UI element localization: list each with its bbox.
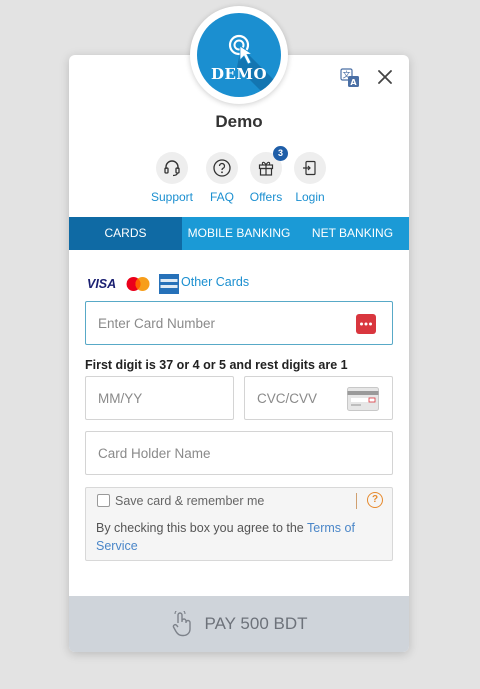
support-link[interactable]: Support — [144, 152, 200, 204]
help-icon[interactable]: ? — [367, 492, 383, 508]
pay-label: PAY 500 BDT — [204, 614, 308, 633]
payment-card: 文 A Demo Support FAQ 3 Offers Login CARD… — [69, 55, 409, 652]
cvc-field[interactable] — [244, 376, 393, 420]
terms-text: By checking this box you agree to the Te… — [96, 519, 386, 555]
save-card-label[interactable]: Save card & remember me — [115, 494, 264, 508]
save-card-box: Save card & remember me ? By checking th… — [85, 487, 393, 561]
merchant-logo: DEMO — [190, 6, 288, 104]
save-card-checkbox[interactable] — [97, 494, 110, 507]
divider — [356, 493, 357, 509]
tab-cards[interactable]: CARDS — [69, 217, 182, 250]
tab-mobile-banking[interactable]: MOBILE BANKING — [182, 217, 296, 250]
merchant-name: Demo — [215, 112, 263, 131]
card-number-input[interactable] — [86, 302, 392, 344]
tab-net-banking[interactable]: NET BANKING — [296, 217, 409, 250]
cvc-card-icon — [347, 387, 379, 411]
expiry-field[interactable] — [85, 376, 234, 420]
amex-logo — [159, 274, 179, 294]
login-icon — [303, 160, 316, 176]
svg-text:A: A — [350, 78, 357, 87]
logo-text: DEMO — [210, 65, 268, 83]
card-number-hint: First digit is 37 or 4 or 5 and rest dig… — [85, 358, 348, 372]
login-link[interactable]: Login — [282, 152, 338, 204]
question-icon — [213, 159, 231, 177]
mastercard-logo — [126, 277, 150, 291]
translate-icon[interactable]: 文 A — [339, 67, 361, 89]
logo-badge: DEMO — [197, 13, 281, 97]
visa-logo: VISA — [87, 277, 117, 291]
support-label: Support — [150, 190, 194, 204]
login-label: Login — [295, 190, 325, 204]
card-holder-field[interactable] — [85, 431, 393, 475]
card-brands: VISA — [87, 274, 179, 294]
card-holder-input[interactable] — [86, 432, 392, 474]
other-cards-link[interactable]: Other Cards — [181, 275, 249, 289]
expiry-input[interactable] — [86, 377, 233, 419]
hand-pointer-icon — [172, 611, 191, 637]
gift-icon — [258, 161, 274, 176]
card-dots-icon — [356, 314, 376, 334]
close-button[interactable] — [375, 67, 395, 87]
headset-icon — [164, 160, 180, 177]
card-number-field[interactable] — [85, 301, 393, 345]
pay-button[interactable]: PAY 500 BDT — [69, 596, 409, 652]
close-icon — [378, 70, 392, 84]
agree-text: By checking this box you agree to the — [96, 521, 308, 535]
payment-method-tabs: CARDS MOBILE BANKING NET BANKING — [69, 217, 409, 250]
cursor-click-icon — [228, 34, 281, 97]
